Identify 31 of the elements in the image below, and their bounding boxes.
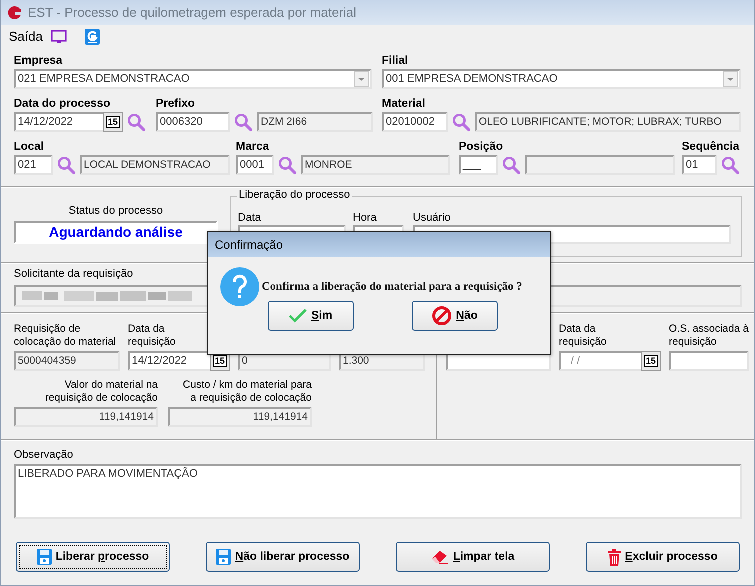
field-label: Data da requisição [128, 322, 177, 350]
field-label: Prefixo [156, 97, 196, 112]
status-label: Status do processo [68, 205, 164, 217]
description-field: LOCAL DEMONSTRACAO [80, 155, 230, 175]
description-field: MONROE [301, 155, 450, 175]
field-label: Custo / km do material para a requisição de colocação [182, 378, 312, 406]
number-field: 119,141914 [14, 407, 158, 427]
description-field: OLEO LUBRIFICANTE; MOTOR; LUBRAX; TURBO [475, 112, 741, 132]
description-field: DZM 2I66 [257, 112, 373, 132]
window-title: EST - Processo de quilometragem esperada por material [28, 5, 357, 20]
field-label: Usuário [413, 211, 452, 225]
field-label: Solicitante da requisição [14, 268, 134, 280]
group-title: Liberação do processo [237, 189, 352, 201]
field-label: Data do processo [14, 97, 112, 112]
dialog-title: Confirmação [215, 238, 284, 252]
field-label: O.S. associada à requisição [669, 322, 749, 350]
dialog-message: Confirma a liberação do material para a requisição ? [262, 281, 522, 293]
field-label: Observação [14, 449, 74, 461]
field-label: Marca [236, 140, 270, 155]
number-field: 119,141914 [168, 407, 312, 427]
field-label: Empresa [14, 54, 64, 69]
field-label: Valor do material na requisição de colocação [44, 378, 158, 406]
field-label: Material [382, 97, 426, 112]
field-label: Data da requisição [559, 322, 608, 350]
field-label: Local [14, 140, 46, 155]
field-label: Filial [382, 54, 410, 69]
field-label: Hora [353, 211, 378, 225]
field-label: Data [238, 211, 262, 225]
field-label: Posição [459, 140, 504, 155]
field-label: Requisição de colocação do material [14, 322, 118, 350]
field-label: Sequência [682, 140, 741, 155]
